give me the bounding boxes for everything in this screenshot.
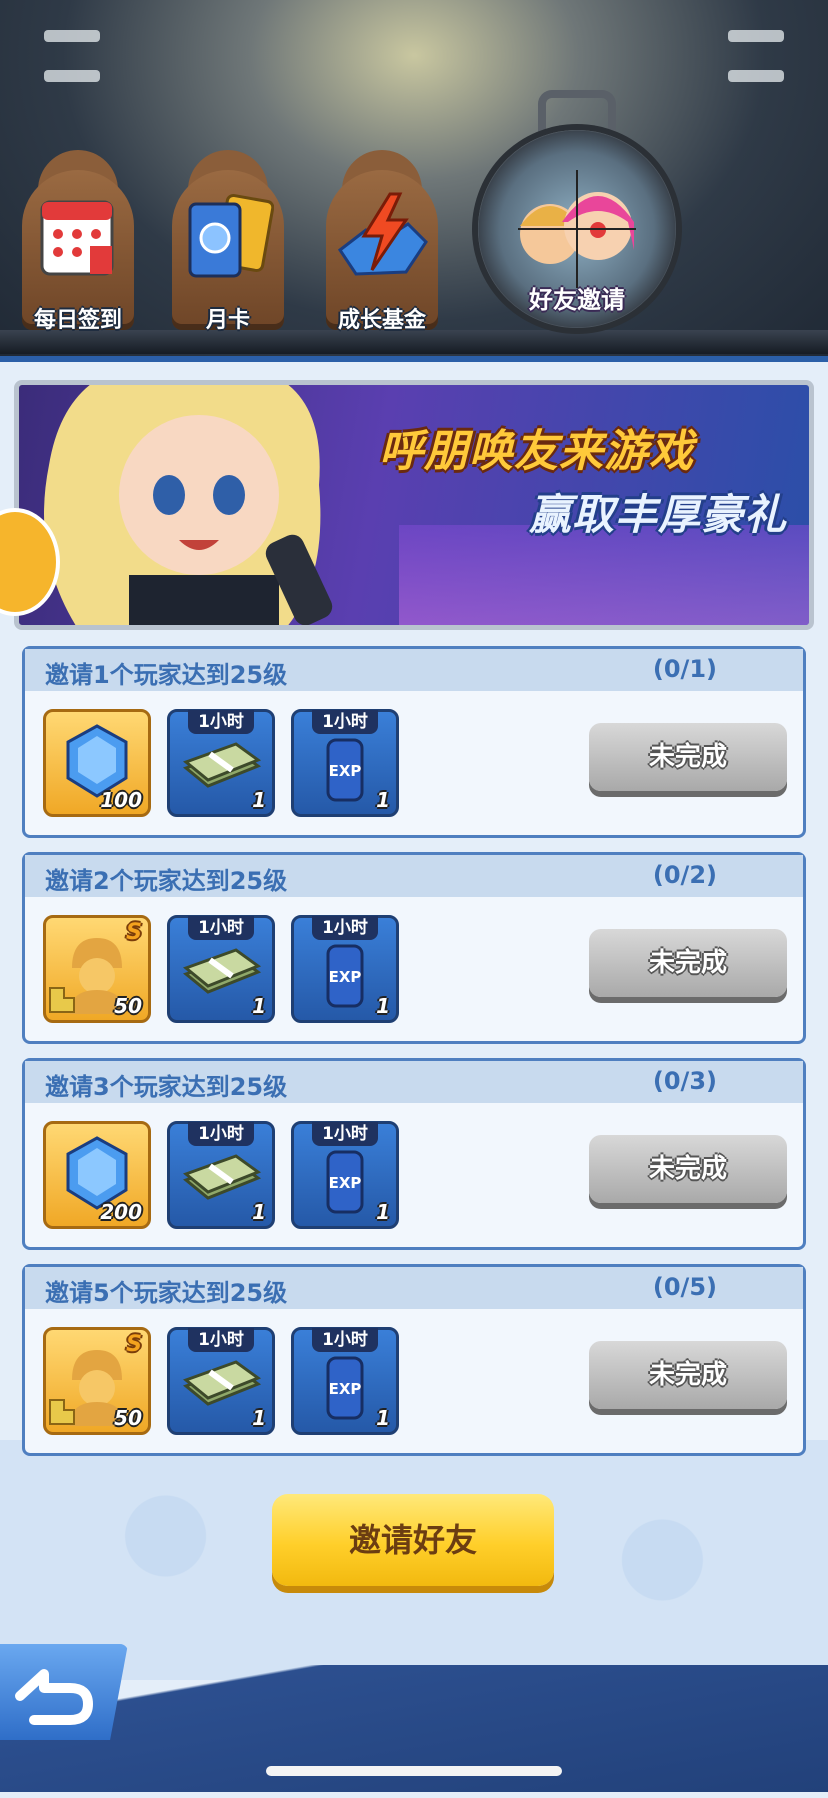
reward-gem[interactable]: 200: [43, 1121, 151, 1229]
ceiling-light: [728, 30, 784, 42]
task-status-button[interactable]: 未完成: [589, 723, 787, 791]
reward-qty: 1: [376, 788, 390, 812]
banner-title-line1: 呼朋唤友来游戏: [379, 426, 694, 477]
reward-exp-can[interactable]: 1小时 EXP 1: [291, 915, 399, 1023]
ceiling-light: [44, 30, 100, 42]
reward-qty: 1: [252, 1200, 266, 1224]
tab-friend-invite[interactable]: 好友邀请: [478, 90, 676, 328]
task-progress: (0/2): [652, 861, 717, 889]
task-progress: (0/1): [652, 655, 717, 683]
task-card: 邀请5个玩家达到25级 (0/5) S 50 1小时 1 1小时 EXP 1 未…: [22, 1264, 806, 1456]
ceiling-light: [728, 70, 784, 82]
reward-cash[interactable]: 1小时 1: [167, 1121, 275, 1229]
ceiling-light: [44, 70, 100, 82]
svg-text:EXP: EXP: [329, 968, 362, 986]
task-progress: (0/3): [652, 1067, 717, 1095]
reward-soldier-fragment[interactable]: S 50: [43, 1327, 151, 1435]
reward-exp-can[interactable]: 1小时 EXP 1: [291, 709, 399, 817]
svg-text:EXP: EXP: [329, 1380, 362, 1398]
task-title: 邀请2个玩家达到25级: [45, 867, 288, 895]
tab-daily-signin[interactable]: 每日签到: [18, 150, 138, 333]
task-status-button[interactable]: 未完成: [589, 1341, 787, 1409]
rank-badge: S: [126, 920, 142, 945]
banner-girl-illustration: [44, 385, 333, 625]
reward-qty: 100: [100, 788, 142, 812]
reward-qty: 1: [376, 994, 390, 1018]
svg-text:EXP: EXP: [329, 1174, 362, 1192]
reward-qty: 1: [252, 1406, 266, 1430]
reward-qty: 50: [114, 994, 142, 1018]
tab-label: 每日签到: [33, 308, 122, 333]
reward-cash[interactable]: 1小时 1: [167, 709, 275, 817]
rank-badge: S: [126, 1332, 142, 1357]
task-title: 邀请3个玩家达到25级: [45, 1073, 288, 1101]
task-title: 邀请5个玩家达到25级: [45, 1279, 288, 1307]
task-card: 邀请2个玩家达到25级 (0/2) S 50 1小时 1 1小时 EXP 1 未…: [22, 852, 806, 1044]
reward-cash[interactable]: 1小时 1: [167, 1327, 275, 1435]
reward-qty: 200: [100, 1200, 142, 1224]
lightning-crystal-icon: [337, 192, 428, 276]
banner-title-line2: 赢取丰厚豪礼: [529, 490, 788, 539]
task-card: 邀请1个玩家达到25级 (0/1) 100 1小时 1 1小时 EXP 1 未完…: [22, 646, 806, 838]
task-status-button[interactable]: 未完成: [589, 1135, 787, 1203]
tab-label: 好友邀请: [529, 286, 625, 314]
reward-gem[interactable]: 100: [43, 709, 151, 817]
reward-qty: 50: [114, 1406, 142, 1430]
calendar-icon: [40, 200, 114, 276]
task-status-button[interactable]: 未完成: [589, 929, 787, 997]
invite-banner: 呼朋唤友来游戏 赢取丰厚豪礼: [14, 380, 814, 630]
reward-qty: 1: [376, 1200, 390, 1224]
card-icon: [188, 193, 274, 278]
task-title: 邀请1个玩家达到25级: [45, 661, 288, 689]
reward-exp-can[interactable]: 1小时 EXP 1: [291, 1327, 399, 1435]
tab-growth-fund[interactable]: 成长基金: [322, 150, 442, 333]
home-indicator: [266, 1766, 562, 1776]
reward-qty: 1: [376, 1406, 390, 1430]
tab-monthly-card[interactable]: 月卡: [168, 150, 288, 333]
invite-friends-button[interactable]: 邀请好友: [272, 1494, 554, 1586]
reward-exp-can[interactable]: 1小时 EXP 1: [291, 1121, 399, 1229]
task-progress: (0/5): [652, 1273, 717, 1301]
reward-cash[interactable]: 1小时 1: [167, 915, 275, 1023]
reward-qty: 1: [252, 994, 266, 1018]
reward-soldier-fragment[interactable]: S 50: [43, 915, 151, 1023]
svg-text:EXP: EXP: [329, 762, 362, 780]
back-button[interactable]: [0, 1644, 128, 1740]
tab-label: 月卡: [205, 308, 250, 333]
back-arrow-icon: [15, 1669, 93, 1725]
task-card: 邀请3个玩家达到25级 (0/3) 200 1小时 1 1小时 EXP 1 未完…: [22, 1058, 806, 1250]
tab-label: 成长基金: [337, 308, 426, 333]
reward-qty: 1: [252, 788, 266, 812]
